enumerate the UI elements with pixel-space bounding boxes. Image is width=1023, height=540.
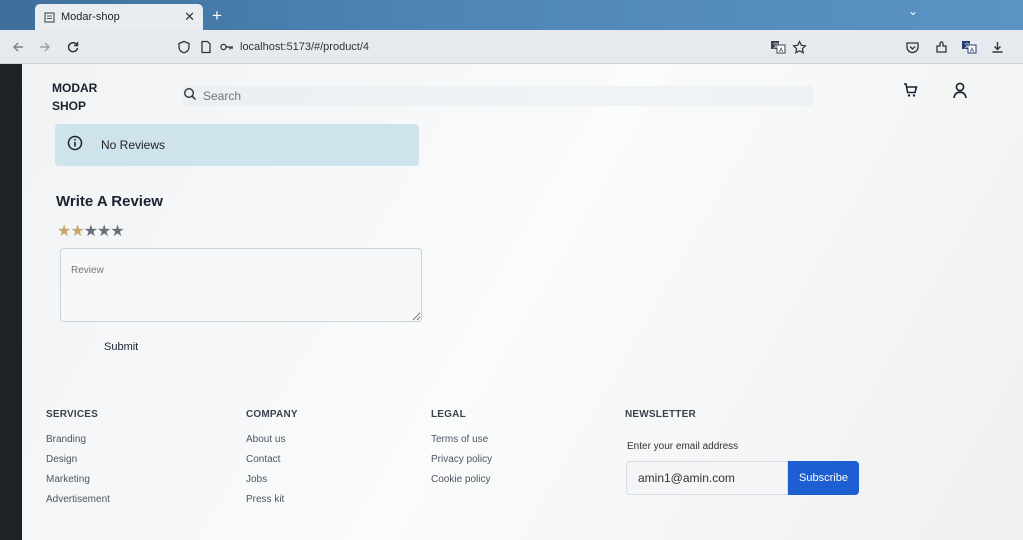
submit-review-button[interactable]: Submit: [98, 337, 144, 357]
search-bar[interactable]: [183, 86, 813, 106]
pocket-icon[interactable]: [903, 38, 921, 56]
reload-icon[interactable]: [64, 38, 82, 56]
page-info-icon[interactable]: [197, 38, 215, 56]
footer-legal: LEGAL Terms of use Privacy policy Cookie…: [431, 409, 492, 494]
forward-icon[interactable]: [36, 38, 54, 56]
footer-link-marketing[interactable]: Marketing: [46, 474, 110, 485]
star-icon[interactable]: ★: [97, 223, 111, 240]
footer-link-terms[interactable]: Terms of use: [431, 434, 492, 445]
footer-link-contact[interactable]: Contact: [246, 454, 298, 465]
review-textarea[interactable]: [60, 248, 422, 322]
footer-link-jobs[interactable]: Jobs: [246, 474, 298, 485]
footer-services: SERVICES Branding Design Marketing Adver…: [46, 409, 110, 514]
footer-link-privacy[interactable]: Privacy policy: [431, 454, 492, 465]
footer-link-design[interactable]: Design: [46, 454, 110, 465]
browser-tab[interactable]: Modar-shop ✕: [35, 4, 203, 30]
star-icon[interactable]: ★: [70, 223, 84, 240]
footer-heading-legal: LEGAL: [431, 409, 466, 420]
footer-link-branding[interactable]: Branding: [46, 434, 110, 445]
footer-heading-newsletter: NEWSLETTER: [625, 409, 696, 420]
footer-heading-services: SERVICES: [46, 409, 98, 420]
key-icon[interactable]: [218, 38, 236, 56]
footer-link-press-kit[interactable]: Press kit: [246, 494, 298, 505]
back-icon[interactable]: [9, 38, 27, 56]
search-input[interactable]: [203, 89, 603, 103]
footer-heading-company: COMPANY: [246, 409, 298, 420]
rating-stars[interactable]: ★★★★★: [57, 221, 125, 241]
footer-link-advertisement[interactable]: Advertisement: [46, 494, 110, 505]
left-edge-strip: [0, 64, 22, 540]
shield-icon[interactable]: [175, 38, 193, 56]
user-icon[interactable]: [951, 81, 971, 101]
close-tab-icon[interactable]: ✕: [184, 9, 195, 25]
address-bar[interactable]: localhost:5173/#/product/4: [240, 41, 369, 53]
download-icon[interactable]: [988, 38, 1006, 56]
footer-company: COMPANY About us Contact Jobs Press kit: [246, 409, 298, 514]
extensions-icon[interactable]: [932, 38, 950, 56]
site-logo[interactable]: MODAR SHOP: [52, 79, 97, 115]
logo-line-1: MODAR: [52, 81, 98, 95]
star-bookmark-icon[interactable]: [790, 38, 808, 56]
info-icon: [67, 135, 83, 156]
tab-title: Modar-shop: [61, 11, 120, 23]
chevron-down-icon[interactable]: ⌄: [908, 4, 918, 18]
star-icon[interactable]: ★: [110, 223, 124, 240]
translate-extension-icon[interactable]: 文A: [960, 38, 978, 56]
no-reviews-alert: No Reviews: [55, 124, 419, 166]
new-tab-icon[interactable]: +: [212, 6, 222, 26]
page-icon: [43, 11, 55, 23]
footer-link-about[interactable]: About us: [246, 434, 298, 445]
newsletter-email-input[interactable]: [626, 461, 788, 495]
page-content: MODAR SHOP No Reviews Write A Review ★★★…: [0, 64, 1023, 540]
cart-icon[interactable]: [901, 81, 921, 101]
search-icon: [183, 87, 197, 106]
browser-tab-bar: Modar-shop ✕ + ⌄: [0, 0, 1023, 30]
star-icon[interactable]: ★: [84, 223, 98, 240]
newsletter-label: Enter your email address: [627, 441, 739, 452]
logo-line-2: SHOP: [52, 99, 87, 113]
star-icon[interactable]: ★: [57, 223, 71, 240]
no-reviews-text: No Reviews: [101, 138, 166, 152]
footer-newsletter: NEWSLETTER: [625, 409, 696, 434]
footer-link-cookie[interactable]: Cookie policy: [431, 474, 492, 485]
subscribe-button[interactable]: Subscribe: [788, 461, 859, 495]
browser-nav-bar: localhost:5173/#/product/4 文A 文A: [0, 30, 1023, 64]
translate-icon[interactable]: 文A: [769, 38, 787, 56]
write-review-heading: Write A Review: [56, 193, 163, 210]
